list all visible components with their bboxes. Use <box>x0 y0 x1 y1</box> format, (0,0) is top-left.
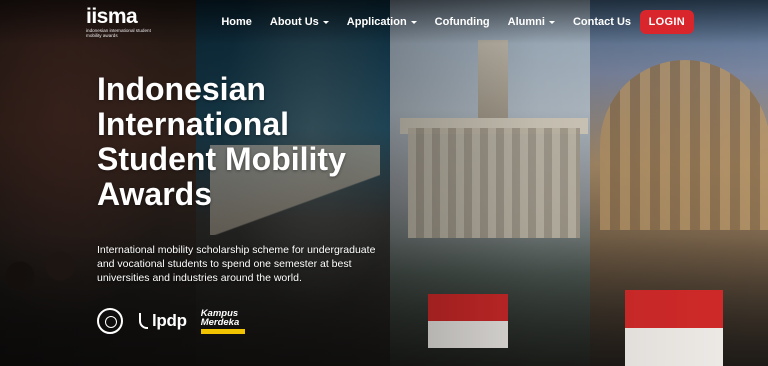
hero-title-line: Awards <box>97 176 213 212</box>
nav-item-application[interactable]: Application <box>338 16 426 28</box>
hero-title-line: International <box>97 106 290 142</box>
partner-logos: lpdp Kampus Merdeka <box>97 306 245 336</box>
hero-heading-block: Indonesian International Student Mobilit… <box>97 72 397 212</box>
nav-item-home[interactable]: Home <box>212 16 261 28</box>
login-button[interactable]: LOGIN <box>639 10 694 34</box>
nav-item-contact-us[interactable]: Contact Us <box>564 16 640 28</box>
nav-item-cofunding[interactable]: Cofunding <box>426 16 499 28</box>
hero-title: Indonesian International Student Mobilit… <box>97 72 397 212</box>
nav-item-label: Home <box>221 16 252 28</box>
nav-item-label: Application <box>346 16 407 28</box>
logo-tagline: indonesian international student mobilit… <box>86 28 151 38</box>
nav-item-label: Cofunding <box>434 16 490 28</box>
kampus-accent-bar <box>200 328 245 334</box>
nav-item-about-us[interactable]: About Us <box>261 16 338 28</box>
logo-wordmark: iisma <box>86 5 138 28</box>
nav-item-label: Alumni <box>507 16 545 28</box>
chevron-down-icon <box>322 21 329 24</box>
kampus-logo-line: Merdeka <box>200 316 240 328</box>
hero-description: International mobility scholarship schem… <box>97 244 376 284</box>
chevron-down-icon <box>410 21 417 24</box>
kampus-merdeka-logo: Kampus Merdeka <box>200 308 245 334</box>
hero-title-line: Indonesian <box>97 71 266 107</box>
top-navigation-bar: iisma indonesian international student m… <box>0 0 768 44</box>
chevron-down-icon <box>548 21 555 24</box>
nav-item-label: About Us <box>269 16 319 28</box>
nav-item-label: Contact Us <box>572 16 631 28</box>
nav-item-alumni[interactable]: Alumni <box>499 16 564 28</box>
iisma-logo[interactable]: iisma indonesian international student m… <box>86 6 156 38</box>
ministry-seal-icon <box>97 308 123 334</box>
lpdp-mark-icon <box>137 312 149 330</box>
hero-title-line: Student Mobility <box>97 141 346 177</box>
lpdp-logo-text: lpdp <box>152 311 187 330</box>
page: iisma indonesian international student m… <box>0 0 768 366</box>
main-nav: Home About Us Application Cofunding Alum… <box>212 0 640 44</box>
lpdp-logo: lpdp <box>137 311 187 331</box>
